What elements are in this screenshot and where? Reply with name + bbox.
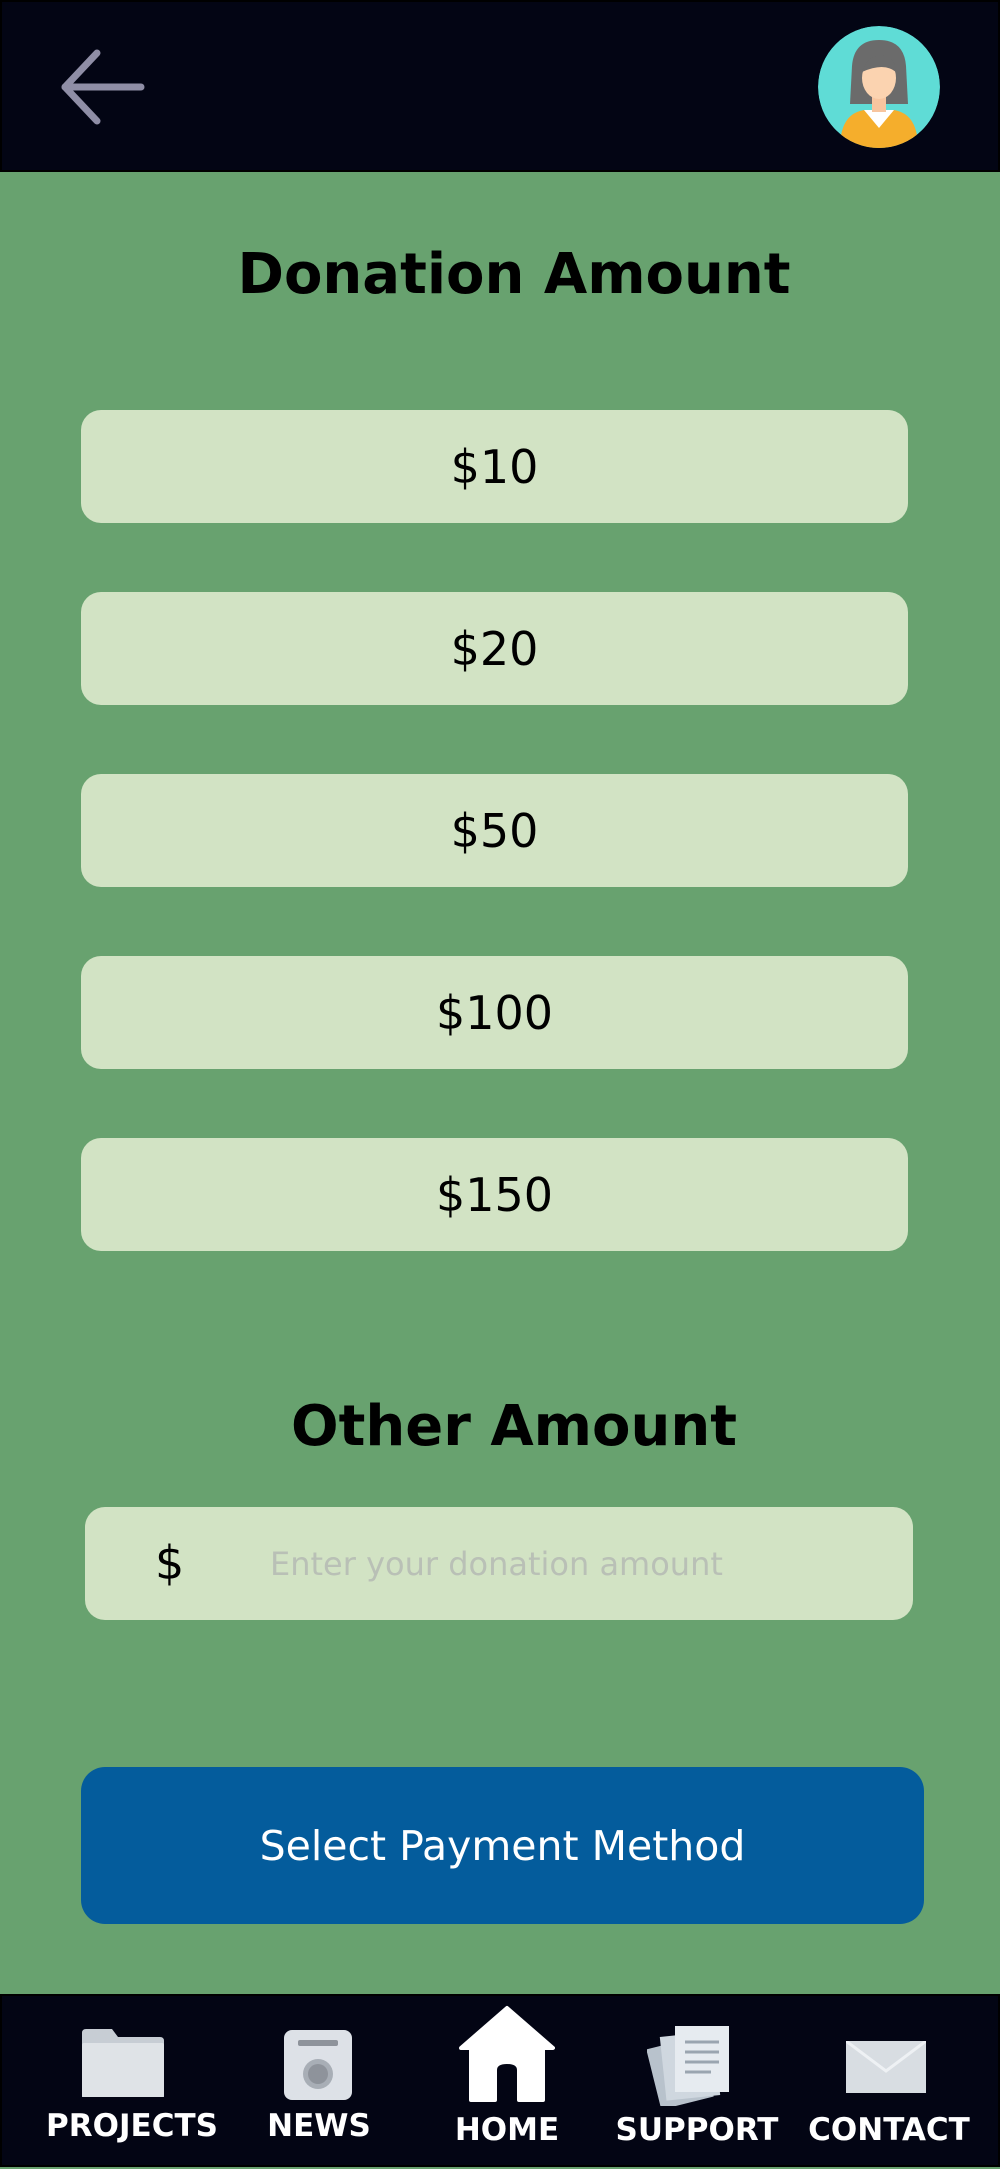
amount-option-20[interactable]: $20	[81, 592, 908, 705]
nav-item-home[interactable]: HOME	[432, 1996, 582, 2169]
back-button[interactable]	[57, 42, 147, 132]
amount-option-100[interactable]: $100	[81, 956, 908, 1069]
currency-symbol: $	[155, 1536, 185, 1590]
arrow-left-icon	[61, 49, 145, 125]
radio-icon	[284, 2030, 352, 2100]
other-amount-title: Other Amount	[290, 1394, 737, 1459]
user-avatar[interactable]	[818, 26, 940, 148]
documents-icon	[647, 2026, 729, 2106]
amount-option-10[interactable]: $10	[81, 410, 908, 523]
envelope-icon	[846, 2041, 926, 2093]
top-app-bar	[0, 0, 1000, 172]
nav-label-support: SUPPORT	[615, 2112, 779, 2148]
select-payment-method-button[interactable]: Select Payment Method	[81, 1767, 924, 1924]
nav-label-home: HOME	[454, 2112, 560, 2148]
amount-option-50[interactable]: $50	[81, 774, 908, 887]
amount-option-150[interactable]: $150	[81, 1138, 908, 1251]
nav-item-news[interactable]: NEWS	[252, 1996, 392, 2169]
donation-amount-title: Donation Amount	[237, 242, 791, 307]
donation-content: Donation Amount $10 $20 $50 $100 $150 Ot…	[0, 172, 1000, 1994]
other-amount-field[interactable]: $	[85, 1507, 913, 1620]
nav-label-contact: CONTACT	[808, 2112, 970, 2148]
nav-item-contact[interactable]: CONTACT	[802, 1996, 992, 2169]
nav-item-projects[interactable]: PROJECTS	[22, 1996, 242, 2169]
donation-amount-input[interactable]	[270, 1507, 870, 1620]
nav-item-support[interactable]: SUPPORT	[615, 1996, 787, 2169]
folder-icon	[82, 2029, 164, 2097]
home-icon	[459, 2006, 555, 2102]
user-avatar-icon	[818, 26, 940, 148]
bottom-navigation: PROJECTS NEWS HOME SUPPORT CONTACT	[0, 1994, 1000, 2167]
nav-label-news: NEWS	[267, 2108, 371, 2144]
nav-label-projects: PROJECTS	[46, 2108, 218, 2144]
